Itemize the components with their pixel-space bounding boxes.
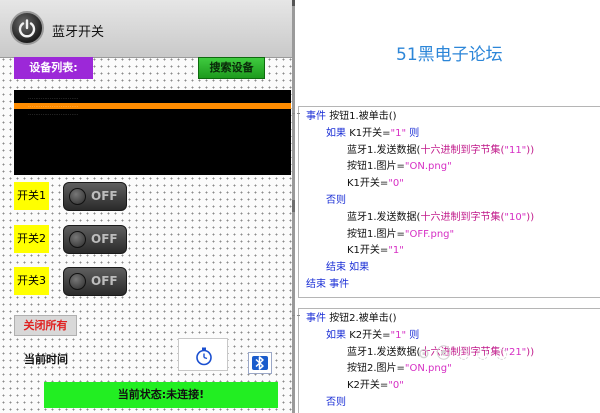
- code-token: "ON.png": [404, 161, 452, 173]
- code-line[interactable]: 否则: [326, 396, 346, 409]
- code-line[interactable]: 事件 按钮2.被单击(): [306, 312, 397, 325]
- code-token: "1": [388, 245, 404, 257]
- code-token: K1开关=: [347, 245, 389, 257]
- code-token: K2开关=: [347, 380, 389, 392]
- pane-splitter[interactable]: [292, 0, 295, 413]
- code-token: "OFF.png": [404, 228, 455, 240]
- code-line[interactable]: 结束 事件: [306, 278, 349, 291]
- code-line[interactable]: K1开关="0": [347, 177, 404, 190]
- code-token: 则: [406, 329, 420, 341]
- code-line[interactable]: 结束 如果: [326, 261, 369, 274]
- code-token: )): [526, 346, 535, 358]
- toggle-knob-icon: [69, 273, 86, 290]
- code-token: 结束 事件: [306, 279, 350, 290]
- code-block-button1-click[interactable]: 事件 按钮1.被单击() 如果 K1开关="1" 则蓝牙1.发送数据(十六进制到字…: [292, 106, 600, 298]
- code-token: 蓝牙1.发送数据(: [347, 211, 421, 223]
- list-item[interactable]: ............................: [14, 103, 291, 109]
- switch-1-state: OFF: [91, 189, 118, 203]
- code-token: 按钮1.被单击(): [329, 111, 397, 122]
- title-bar: 蓝牙开关: [0, 0, 292, 58]
- forum-watermark: 51黑电子论坛: [396, 45, 503, 65]
- code-token: 事件: [306, 313, 330, 324]
- code-line[interactable]: 蓝牙1.发送数据(十六进制到字节集("11")): [347, 144, 534, 157]
- code-token: 十六进制到字节集(: [420, 144, 505, 156]
- list-item[interactable]: ............................: [14, 95, 291, 101]
- code-token: 否则: [326, 397, 346, 408]
- code-token: K1开关=: [349, 127, 391, 139]
- code-token: 如果: [326, 127, 350, 139]
- faint-logo-watermark: ⊙ ⓔ ◌ ◌ ◌: [418, 346, 509, 362]
- switch-2-label: 开关2: [14, 225, 49, 253]
- code-token: 结束 如果: [326, 262, 370, 274]
- code-token: 蓝牙1.发送数据(: [347, 346, 421, 358]
- code-line[interactable]: 按钮1.图片="ON.png": [347, 160, 452, 173]
- code-line[interactable]: 否则: [326, 194, 346, 207]
- power-icon[interactable]: [10, 11, 44, 45]
- code-line[interactable]: K1开关="1": [347, 244, 404, 257]
- code-token: 十六进制到字节集(: [420, 211, 505, 223]
- code-token: 按钮1.图片=: [347, 228, 405, 240]
- device-list-label: 设备列表:: [14, 57, 93, 79]
- code-line[interactable]: 按钮2.图片="ON.png": [347, 362, 452, 375]
- code-token: 按钮2.被单击(): [329, 313, 397, 324]
- switch-3-toggle[interactable]: OFF: [63, 267, 127, 296]
- code-token: K1开关=: [347, 178, 389, 190]
- switch-2-toggle[interactable]: OFF: [63, 225, 127, 254]
- switch-3-state: OFF: [91, 274, 118, 288]
- code-line[interactable]: 如果 K1开关="1" 则: [326, 127, 419, 140]
- list-item[interactable]: ............................: [14, 111, 291, 117]
- code-token: 如果: [326, 329, 350, 341]
- status-label: 当前状态:未连接!: [44, 382, 278, 408]
- code-token: "0": [388, 178, 404, 190]
- code-line[interactable]: 如果 K2开关="1" 则: [326, 329, 419, 342]
- code-token: 蓝牙1.发送数据(: [347, 144, 421, 156]
- code-token: "10": [504, 211, 527, 223]
- code-token: "0": [388, 380, 404, 392]
- code-line[interactable]: 蓝牙1.发送数据(十六进制到字节集("10")): [347, 211, 534, 224]
- bluetooth-component[interactable]: [248, 352, 272, 374]
- current-time-label: 当前时间: [24, 353, 68, 366]
- toggle-knob-icon: [69, 188, 86, 205]
- device-list[interactable]: ............................ ...........…: [14, 90, 291, 175]
- code-token: "1": [390, 329, 407, 341]
- close-all-button[interactable]: 关闭所有: [14, 315, 77, 336]
- app-title: 蓝牙开关: [52, 25, 105, 40]
- bluetooth-icon: [255, 356, 264, 370]
- code-line[interactable]: 事件 按钮1.被单击(): [306, 110, 397, 123]
- search-devices-button[interactable]: 搜索设备: [198, 57, 265, 79]
- toggle-knob-icon: [69, 231, 86, 248]
- code-token: 否则: [326, 195, 346, 206]
- designer-canvas: 蓝牙开关 设备列表: 搜索设备 ........................…: [0, 0, 292, 413]
- code-token: 按钮1.图片=: [347, 161, 405, 173]
- code-token: )): [526, 211, 535, 223]
- code-token: K2开关=: [349, 329, 391, 341]
- switch-3-label: 开关3: [14, 267, 49, 295]
- code-line[interactable]: K2开关="0": [347, 379, 404, 392]
- switch-2-state: OFF: [91, 232, 118, 246]
- switch-1-toggle[interactable]: OFF: [63, 182, 127, 211]
- code-token: 则: [406, 127, 420, 139]
- code-token: 事件: [306, 111, 330, 122]
- code-line[interactable]: 按钮1.图片="OFF.png": [347, 228, 454, 241]
- code-token: "ON.png": [404, 363, 452, 375]
- switch-1-label: 开关1: [14, 182, 49, 210]
- code-token: 按钮2.图片=: [347, 363, 405, 375]
- code-token: "1": [390, 127, 407, 139]
- code-token: )): [526, 144, 535, 156]
- code-token: "11": [504, 144, 527, 156]
- stopwatch-icon: [196, 347, 212, 366]
- timer-component[interactable]: [178, 338, 228, 371]
